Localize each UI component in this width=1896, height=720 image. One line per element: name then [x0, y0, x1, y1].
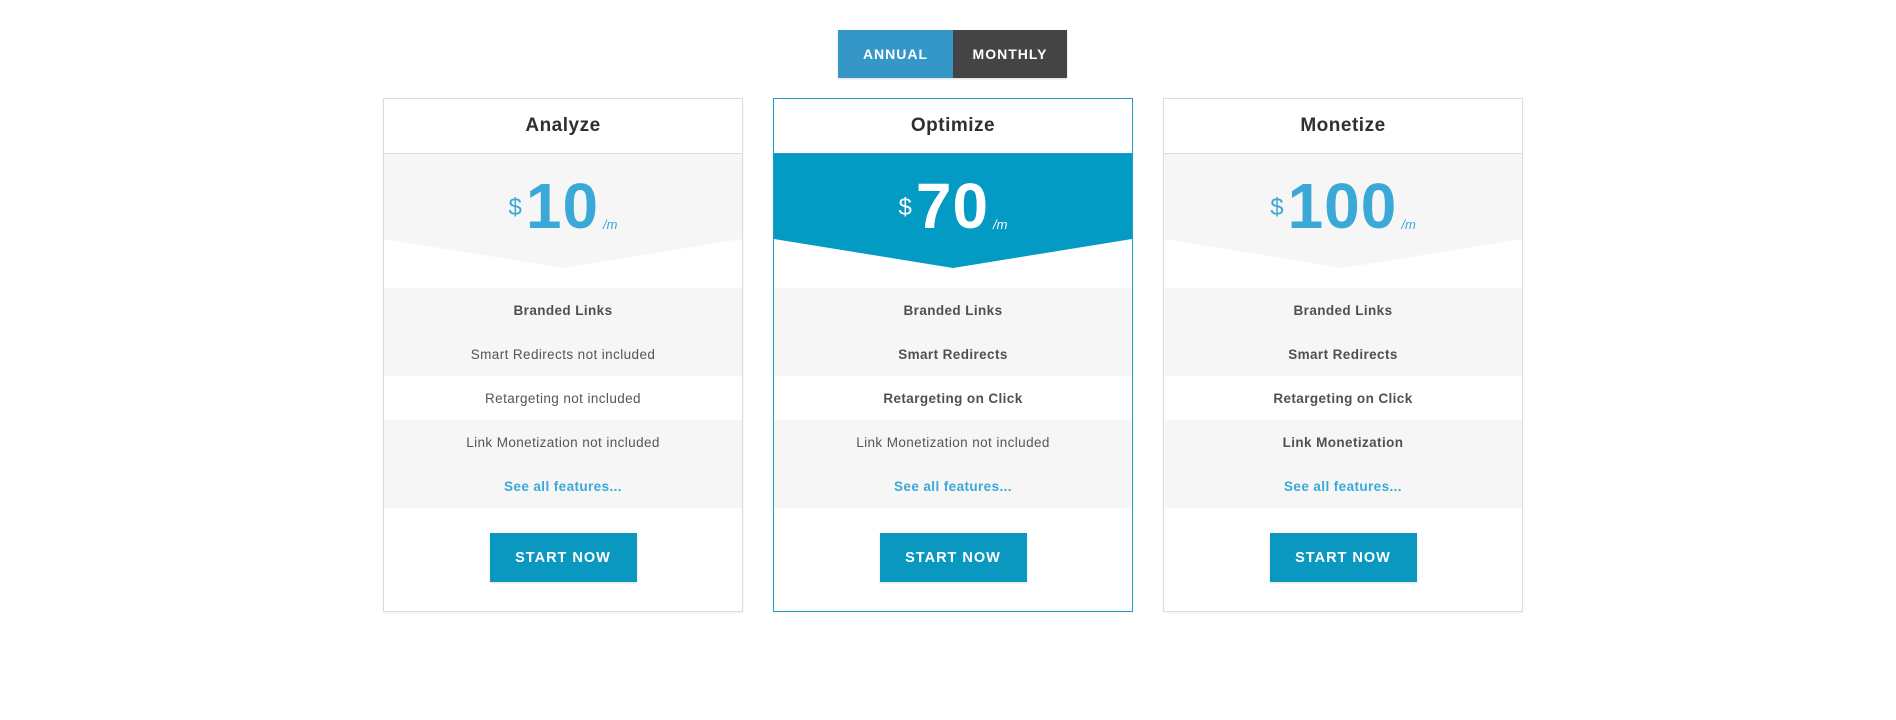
price: $100/m	[1164, 174, 1522, 238]
price-banner: $100/m	[1164, 154, 1522, 288]
feature-item: Retargeting not included	[485, 390, 641, 406]
cta-wrapper: START NOW	[774, 533, 1132, 582]
feature-item: Smart Redirects not included	[384, 332, 742, 376]
see-all-features-link[interactable]: See all features...	[384, 464, 742, 508]
feature-list: Branded Links Smart Redirects Retargetin…	[1164, 288, 1522, 508]
start-now-button[interactable]: START NOW	[1269, 533, 1417, 582]
feature-item: Branded Links	[1164, 288, 1522, 332]
cta-wrapper: START NOW	[384, 533, 742, 582]
start-now-button[interactable]: START NOW	[879, 533, 1027, 582]
feature-list: Branded Links Smart Redirects Retargetin…	[774, 288, 1132, 508]
plan-title: Analyze	[384, 99, 742, 154]
price-banner: $70/m	[774, 154, 1132, 288]
price-period: /m	[993, 217, 1008, 232]
plan-card-monetize: Monetize $100/m Branded Links Smart Redi…	[1163, 98, 1523, 612]
plan-card-optimize: Optimize $70/m Branded Links Smart Redir…	[773, 98, 1133, 612]
price: $10/m	[384, 174, 742, 238]
feature-item: Smart Redirects	[774, 332, 1132, 376]
price-amount: 100	[1287, 170, 1398, 242]
feature-item: Branded Links	[774, 288, 1132, 332]
price: $70/m	[774, 174, 1132, 238]
price-period: /m	[1401, 217, 1416, 232]
feature-item: Branded Links	[384, 288, 742, 332]
monthly-toggle-button[interactable]: MONTHLY	[953, 30, 1067, 78]
start-now-button[interactable]: START NOW	[489, 533, 637, 582]
billing-toggle: ANNUAL MONTHLY	[838, 30, 1067, 78]
see-all-features-link[interactable]: See all features...	[774, 464, 1132, 508]
see-all-features-link[interactable]: See all features...	[1164, 464, 1522, 508]
price-banner: $10/m	[384, 154, 742, 288]
feature-item: Link Monetization not included	[774, 420, 1132, 464]
feature-item: Retargeting on Click	[1273, 390, 1413, 406]
plan-title: Optimize	[774, 99, 1132, 154]
feature-item: Link Monetization not included	[384, 420, 742, 464]
price-period: /m	[603, 217, 618, 232]
annual-toggle-button[interactable]: ANNUAL	[838, 30, 953, 78]
price-currency: $	[508, 194, 522, 221]
plan-card-analyze: Analyze $10/m Branded Links Smart Redire…	[383, 98, 743, 612]
feature-item: Link Monetization	[1164, 420, 1522, 464]
feature-item: Smart Redirects	[1164, 332, 1522, 376]
feature-item: Retargeting on Click	[883, 390, 1023, 406]
price-currency: $	[898, 194, 912, 221]
feature-list: Branded Links Smart Redirects not includ…	[384, 288, 742, 508]
price-amount: 70	[915, 170, 990, 242]
price-amount: 10	[525, 170, 600, 242]
cta-wrapper: START NOW	[1164, 533, 1522, 582]
plan-title: Monetize	[1164, 99, 1522, 154]
price-currency: $	[1270, 194, 1284, 221]
